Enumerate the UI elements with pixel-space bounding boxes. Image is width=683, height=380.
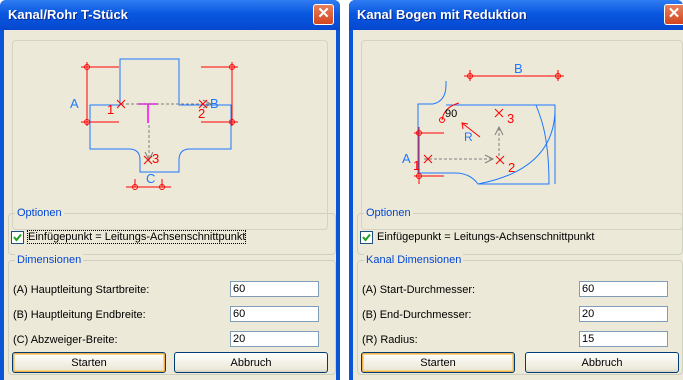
t-piece-drawing: A B C 1 2 3	[12, 40, 328, 230]
insertion-point-checkbox[interactable]	[360, 231, 373, 244]
field-r-label: (R) Radius:	[362, 334, 418, 346]
label-b: B	[210, 96, 219, 111]
label-c: C	[146, 171, 155, 186]
label-a: A	[402, 151, 411, 166]
field-b-label: (B) End-Durchmesser:	[362, 309, 472, 321]
close-button[interactable]: ✕	[664, 4, 683, 25]
title-bar[interactable]: Kanal/Rohr T-Stück ✕	[0, 0, 340, 30]
window-title: Kanal Bogen mit Reduktion	[357, 7, 527, 22]
insertion-point-label[interactable]: Einfügepunkt = Leitungs-Achsenschnittpun…	[26, 230, 247, 244]
elbow-diagram: A B R 90 1 2 3	[402, 61, 564, 185]
checkmark-icon	[362, 233, 371, 242]
cancel-button[interactable]: Abbruch	[174, 352, 328, 373]
insertion-point-label[interactable]: Einfügepunkt = Leitungs-Achsenschnittpun…	[377, 231, 594, 243]
field-b-label: (B) Hauptleitung Endbreite:	[13, 309, 146, 321]
t-piece-dialog: Kanal/Rohr T-Stück ✕ A B C 1 2 3 Optione…	[0, 0, 340, 380]
elbow-reduction-dialog: Kanal Bogen mit Reduktion ✕ A B R 90 1 2…	[349, 0, 683, 380]
title-bar[interactable]: Kanal Bogen mit Reduktion ✕	[349, 0, 683, 30]
dialog-client: A B R 90 1 2 3 Optionen Einfügepunkt = L…	[353, 30, 683, 380]
label-r: R	[464, 130, 473, 144]
label-point-3: 3	[152, 151, 159, 166]
checkmark-icon	[13, 233, 22, 242]
cancel-button[interactable]: Abbruch	[525, 352, 679, 373]
field-a-label: (A) Hauptleitung Startbreite:	[13, 284, 150, 296]
dimensions-group-title: Dimensionen	[15, 254, 84, 266]
dimension-b	[201, 62, 238, 126]
field-c-input[interactable]	[230, 331, 319, 347]
insertion-point-checkbox[interactable]	[11, 231, 24, 244]
field-c-label: (C) Abzweiger-Breite:	[13, 334, 118, 346]
elbow-drawing: A B R 90 1 2 3	[361, 40, 683, 230]
elbow-edge-outline	[446, 104, 556, 184]
close-button[interactable]: ✕	[313, 4, 334, 25]
dimension-a	[414, 127, 444, 184]
field-r-input[interactable]	[579, 331, 668, 347]
point-markers	[116, 99, 208, 165]
label-point-1: 1	[107, 102, 114, 117]
dialog-client: A B C 1 2 3 Optionen Einfügepunkt = Leit…	[4, 30, 336, 380]
label-a: A	[70, 96, 79, 111]
options-group: Optionen Einfügepunkt = Leitungs-Achsens…	[8, 207, 336, 255]
field-b-input[interactable]	[579, 306, 668, 322]
field-a-input[interactable]	[230, 281, 319, 297]
options-group: Optionen Einfügepunkt = Leitungs-Achsens…	[357, 207, 683, 255]
t-piece-diagram: A B C 1 2 3	[70, 58, 238, 190]
field-a-input[interactable]	[579, 281, 668, 297]
options-group-title: Optionen	[15, 207, 64, 219]
field-b-input[interactable]	[230, 306, 319, 322]
label-point-1: 1	[413, 158, 420, 173]
window-title: Kanal/Rohr T-Stück	[8, 7, 128, 22]
start-button[interactable]: Starten	[361, 352, 515, 373]
start-button[interactable]: Starten	[12, 352, 166, 373]
elbow-arc-outline	[477, 104, 556, 185]
options-group-title: Optionen	[364, 207, 413, 219]
label-b: B	[514, 61, 523, 76]
angle-label: 90	[445, 108, 457, 120]
label-point-3: 3	[507, 111, 514, 126]
label-point-2: 2	[198, 106, 205, 121]
field-a-label: (A) Start-Durchmesser:	[362, 284, 476, 296]
label-point-2: 2	[508, 160, 515, 175]
dimensions-group-title: Kanal Dimensionen	[364, 254, 464, 266]
